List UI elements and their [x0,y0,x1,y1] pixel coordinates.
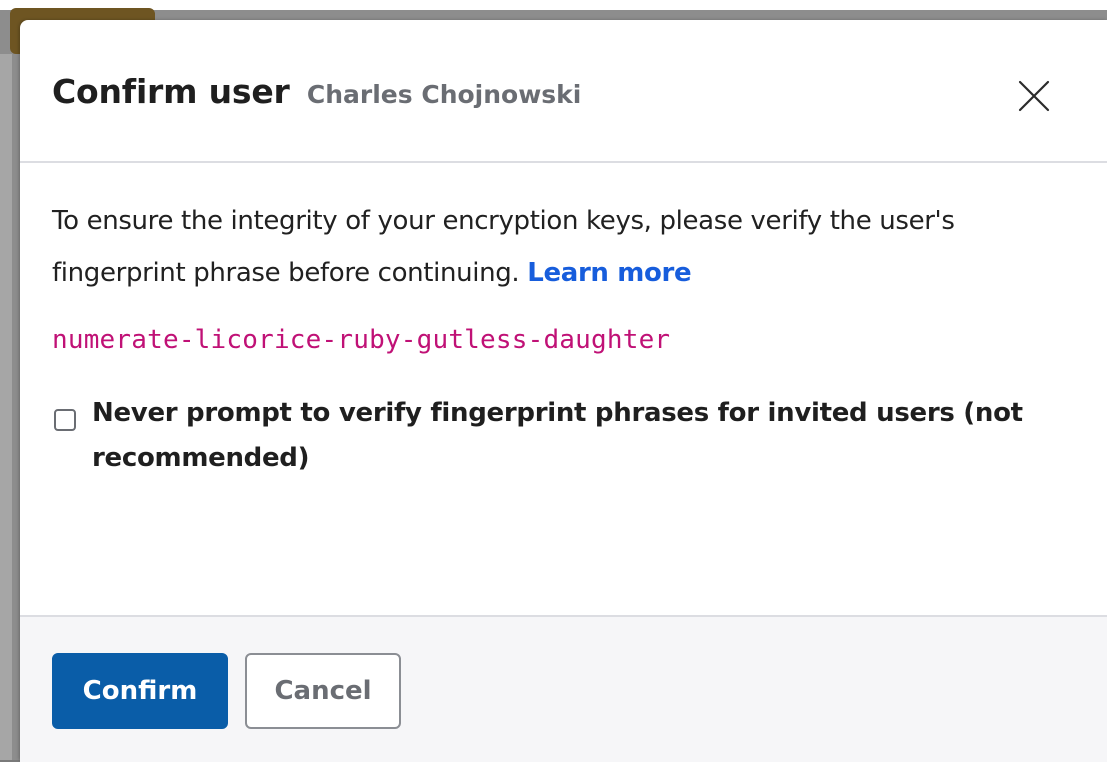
cancel-button[interactable]: Cancel [245,653,401,729]
dialog-description: To ensure the integrity of your encrypti… [52,195,1072,299]
never-prompt-option: Never prompt to verify fingerprint phras… [52,391,1092,481]
dialog-header: Confirm user Charles Chojnowski [20,20,1107,163]
learn-more-link[interactable]: Learn more [527,258,691,288]
dialog-title: Confirm user Charles Chojnowski [52,72,581,111]
confirm-button[interactable]: Confirm [52,653,228,729]
background-page-strip [0,0,1107,10]
dialog-title-text: Confirm user [52,72,290,111]
never-prompt-checkbox[interactable] [54,409,76,431]
background-page-edge [0,54,12,760]
never-prompt-label[interactable]: Never prompt to verify fingerprint phras… [92,391,1092,481]
dialog-body: To ensure the integrity of your encrypti… [52,195,1092,481]
close-icon [1018,80,1050,112]
close-button[interactable] [1010,72,1058,120]
confirm-user-dialog: Confirm user Charles Chojnowski To ensur… [20,20,1107,762]
description-text: To ensure the integrity of your encrypti… [52,206,955,288]
dialog-subtitle-user-name: Charles Chojnowski [306,80,582,109]
fingerprint-phrase: numerate-licorice-ruby-gutless-daughter [52,325,671,355]
dialog-footer: Confirm Cancel [20,615,1107,762]
